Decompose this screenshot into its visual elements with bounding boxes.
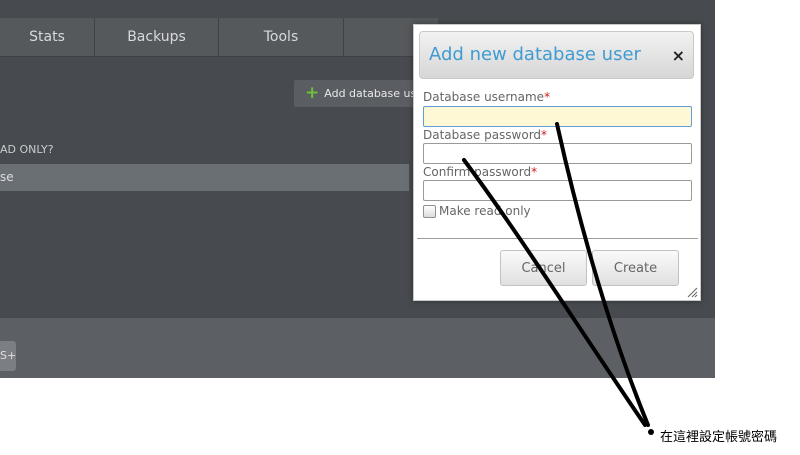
footer-add-button[interactable]: S+ <box>0 341 16 371</box>
table-row-text: se <box>0 170 14 184</box>
add-database-user-button[interactable]: + Add database user <box>294 80 418 107</box>
cancel-button[interactable]: Cancel <box>500 250 587 286</box>
close-icon[interactable]: × <box>672 46 685 65</box>
tab-bar: Stats Backups Tools <box>0 18 438 57</box>
annotation-note: 在這裡設定帳號密碼 <box>660 430 778 445</box>
resize-grip-icon[interactable] <box>686 286 698 298</box>
tab-stats[interactable]: Stats <box>0 18 95 56</box>
tab-tools[interactable]: Tools <box>219 18 344 56</box>
dialog-title: Add new database user <box>429 44 641 65</box>
required-marker: * <box>531 165 538 179</box>
confirm-password-label: Confirm password* <box>423 165 537 179</box>
dialog-header: Add new database user × <box>419 31 694 79</box>
add-database-user-label: Add database user <box>324 87 418 100</box>
table-row[interactable] <box>0 164 409 191</box>
confirm-password-input[interactable] <box>423 180 692 201</box>
password-label-text: Database password <box>423 128 542 142</box>
username-input[interactable] <box>423 106 692 127</box>
create-button[interactable]: Create <box>592 250 679 286</box>
readonly-checkbox-label: Make read only <box>439 204 531 218</box>
password-label: Database password* <box>423 128 547 142</box>
required-marker: * <box>544 90 551 104</box>
username-label-text: Database username <box>423 90 545 104</box>
plus-icon: + <box>305 83 320 103</box>
footer-bar <box>0 318 715 378</box>
required-marker: * <box>541 128 548 142</box>
add-user-dialog: Add new database user × Database usernam… <box>413 24 701 301</box>
readonly-column-header: AD ONLY? <box>0 143 54 156</box>
tab-backups[interactable]: Backups <box>95 18 219 56</box>
dialog-divider <box>417 238 698 239</box>
readonly-checkbox[interactable] <box>423 205 436 218</box>
username-label: Database username* <box>423 90 550 104</box>
password-input[interactable] <box>423 143 692 164</box>
confirm-password-label-text: Confirm password <box>423 165 532 179</box>
